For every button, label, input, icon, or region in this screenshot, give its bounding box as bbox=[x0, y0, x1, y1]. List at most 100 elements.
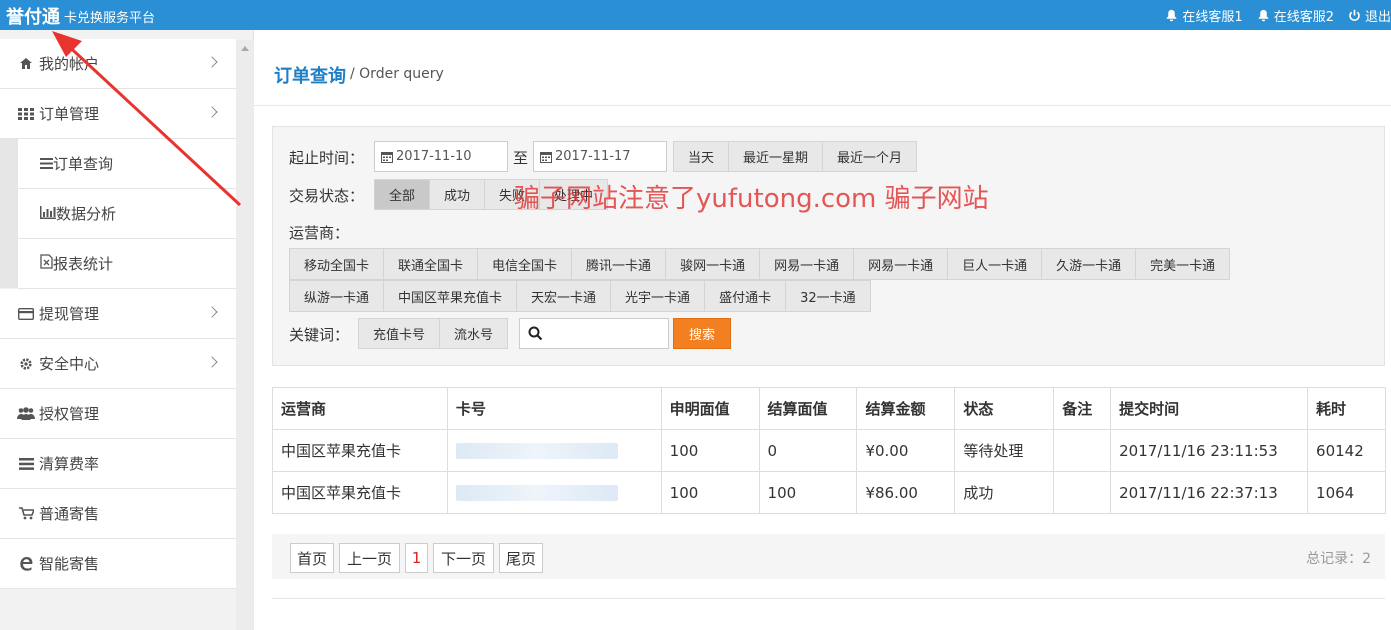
operator-button[interactable]: 网易一卡通 bbox=[759, 248, 855, 280]
keyword-card-number-button[interactable]: 充值卡号 bbox=[358, 318, 441, 349]
operator-button[interactable]: 光宇一卡通 bbox=[610, 280, 706, 312]
sidebar-item-label: 订单查询 bbox=[53, 155, 114, 173]
sidebar-item-smart-consignment[interactable]: 智能寄售 bbox=[0, 539, 236, 589]
range-month-button[interactable]: 最近一个月 bbox=[822, 141, 918, 172]
page-subtitle: / Order query bbox=[350, 66, 444, 82]
bell-icon bbox=[1167, 9, 1177, 22]
table-row: 中国区苹果充值卡 100 100 ¥86.00 成功 2017/11/16 22… bbox=[272, 471, 1386, 514]
list-icon bbox=[40, 155, 53, 173]
cell-settled-amount: ¥0.00 bbox=[856, 429, 956, 472]
sidebar-item-label: 安全中心 bbox=[39, 355, 100, 373]
operator-button[interactable]: 纵游一卡通 bbox=[289, 280, 385, 312]
sidebar-item-order-management[interactable]: 订单管理 bbox=[0, 89, 236, 139]
operator-button[interactable]: 网易一卡通 bbox=[853, 248, 949, 280]
gear-icon bbox=[17, 357, 35, 371]
logout-link[interactable]: 退出 bbox=[1348, 6, 1391, 25]
operator-button[interactable]: 天宏一卡通 bbox=[516, 280, 612, 312]
sidebar-item-label: 智能寄售 bbox=[39, 555, 100, 573]
search-icon bbox=[528, 326, 543, 341]
chevron-right-icon bbox=[206, 106, 218, 118]
logo[interactable]: 誉付通 bbox=[6, 3, 60, 29]
operator-button[interactable]: 腾讯一卡通 bbox=[571, 248, 667, 280]
start-date-value: 2017-11-10 bbox=[396, 149, 472, 164]
status-success-button[interactable]: 成功 bbox=[429, 179, 486, 210]
operator-button[interactable]: 久游一卡通 bbox=[1041, 248, 1137, 280]
last-page-button[interactable]: 尾页 bbox=[499, 543, 543, 573]
sidebar-item-security-center[interactable]: 安全中心 bbox=[0, 339, 236, 389]
redacted-card-number bbox=[455, 443, 618, 459]
column-header[interactable]: 备注 bbox=[1053, 387, 1112, 430]
chevron-right-icon bbox=[206, 56, 218, 68]
range-week-button[interactable]: 最近一星期 bbox=[728, 141, 824, 172]
operator-button[interactable]: 移动全国卡 bbox=[289, 248, 385, 280]
cell-status: 等待处理 bbox=[954, 429, 1055, 472]
start-date-input[interactable]: 2017-11-10 bbox=[374, 141, 508, 172]
top-links: 在线客服1 在线客服2 退出 bbox=[1165, 6, 1391, 25]
range-today-button[interactable]: 当天 bbox=[673, 141, 730, 172]
column-header[interactable]: 耗时 bbox=[1307, 387, 1386, 430]
cell-operator: 中国区苹果充值卡 bbox=[272, 471, 448, 514]
cell-card-number bbox=[446, 429, 662, 472]
cell-settled-face: 100 bbox=[758, 471, 858, 514]
online-service-2-link[interactable]: 在线客服2 bbox=[1257, 6, 1334, 25]
sidebar-item-label: 普通寄售 bbox=[39, 505, 100, 523]
status-label: 交易状态： bbox=[289, 187, 365, 205]
sidebar-item-settlement-rate[interactable]: 清算费率 bbox=[0, 439, 236, 489]
cell-elapsed: 1064 bbox=[1307, 471, 1386, 514]
prev-page-button[interactable]: 上一页 bbox=[339, 543, 400, 573]
sidebar-item-label: 订单管理 bbox=[39, 105, 100, 123]
sidebar-item-report-stats[interactable]: 报表统计 bbox=[18, 239, 236, 289]
first-page-button[interactable]: 首页 bbox=[290, 543, 334, 573]
operator-button[interactable]: 中国区苹果充值卡 bbox=[383, 280, 518, 312]
column-header[interactable]: 结算金额 bbox=[856, 387, 956, 430]
cell-card-number bbox=[446, 471, 662, 514]
redacted-card-number bbox=[455, 485, 618, 501]
sidebar-item-label: 我的帐户 bbox=[39, 55, 100, 73]
keyword-search-input[interactable] bbox=[519, 318, 669, 349]
calendar-icon bbox=[381, 151, 393, 163]
sidebar-item-label: 报表统计 bbox=[53, 255, 114, 273]
operator-button[interactable]: 联通全国卡 bbox=[383, 248, 479, 280]
edge-icon bbox=[17, 557, 35, 571]
sidebar-scrollbar[interactable] bbox=[236, 40, 254, 630]
main-content: 订单查询 / Order query 起止时间： 2017-11-10 至 20… bbox=[254, 30, 1391, 630]
sidebar-item-my-account[interactable]: 我的帐户 bbox=[0, 39, 236, 89]
online-service-1-link[interactable]: 在线客服1 bbox=[1165, 6, 1243, 25]
next-page-button[interactable]: 下一页 bbox=[433, 543, 494, 573]
bars-icon bbox=[17, 457, 35, 471]
column-header[interactable]: 运营商 bbox=[272, 387, 448, 430]
sidebar-item-withdraw-management[interactable]: 提现管理 bbox=[0, 289, 236, 339]
chevron-right-icon bbox=[206, 306, 218, 318]
cell-settled-amount: ¥86.00 bbox=[856, 471, 956, 514]
operator-button[interactable]: 32一卡通 bbox=[785, 280, 871, 312]
orders-table: 运营商 卡号 申明面值 结算面值 结算金额 状态 备注 提交时间 耗时 中国区苹… bbox=[272, 387, 1386, 514]
scam-warning-annotation: 骗子网站注意了yufutong.com 骗子网站 bbox=[514, 184, 989, 214]
keyword-label: 关键词： bbox=[289, 326, 350, 344]
grid-icon bbox=[17, 107, 35, 121]
operator-button[interactable]: 骏网一卡通 bbox=[665, 248, 761, 280]
column-header[interactable]: 提交时间 bbox=[1110, 387, 1309, 430]
operator-button[interactable]: 完美一卡通 bbox=[1135, 248, 1231, 280]
column-header[interactable]: 状态 bbox=[954, 387, 1055, 430]
sidebar-item-order-query[interactable]: 订单查询 bbox=[18, 139, 236, 189]
operator-button[interactable]: 电信全国卡 bbox=[477, 248, 573, 280]
status-all-button[interactable]: 全部 bbox=[374, 179, 431, 210]
keyword-serial-button[interactable]: 流水号 bbox=[439, 318, 509, 349]
column-header[interactable]: 结算面值 bbox=[758, 387, 858, 430]
sidebar-item-data-analysis[interactable]: 数据分析 bbox=[18, 189, 236, 239]
end-date-value: 2017-11-17 bbox=[555, 149, 631, 164]
operator-button[interactable]: 巨人一卡通 bbox=[947, 248, 1043, 280]
sidebar-item-authorization[interactable]: 授权管理 bbox=[0, 389, 236, 439]
operator-row-2: 纵游一卡通 中国区苹果充值卡 天宏一卡通 光宇一卡通 盛付通卡 32一卡通 bbox=[289, 280, 871, 312]
online-service-1-label: 在线客服1 bbox=[1182, 10, 1243, 25]
column-header[interactable]: 申明面值 bbox=[660, 387, 760, 430]
cell-submit-time: 2017/11/16 23:11:53 bbox=[1110, 429, 1309, 472]
column-header[interactable]: 卡号 bbox=[446, 387, 662, 430]
search-button[interactable]: 搜索 bbox=[673, 318, 731, 349]
page-header: 订单查询 / Order query bbox=[254, 30, 1391, 106]
end-date-input[interactable]: 2017-11-17 bbox=[533, 141, 667, 172]
current-page-button[interactable]: 1 bbox=[405, 543, 428, 573]
operator-button[interactable]: 盛付通卡 bbox=[704, 280, 787, 312]
sidebar-item-normal-consignment[interactable]: 普通寄售 bbox=[0, 489, 236, 539]
users-icon bbox=[17, 407, 35, 421]
